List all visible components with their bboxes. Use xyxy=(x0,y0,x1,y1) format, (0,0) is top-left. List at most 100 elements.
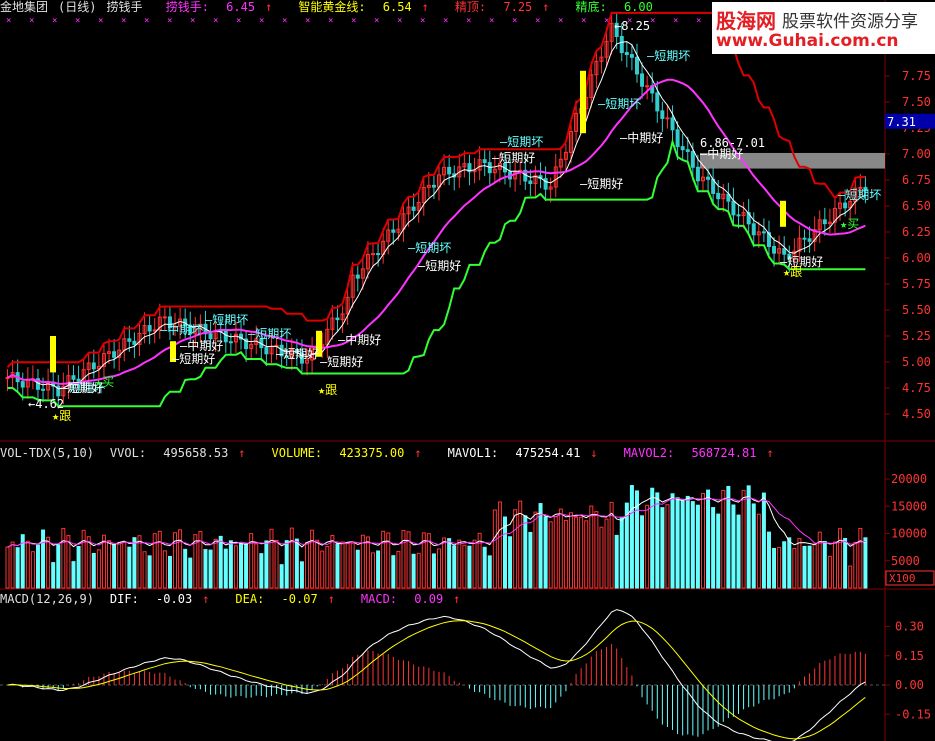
volume-bar xyxy=(655,492,660,589)
volume-bar xyxy=(376,550,381,589)
volume-bar xyxy=(640,515,645,589)
volume-bar xyxy=(568,512,573,589)
volume-bar xyxy=(91,552,96,589)
y-axis-label: 5000 xyxy=(891,554,920,568)
y-axis-label: 6.00 xyxy=(902,251,931,265)
candle-body xyxy=(731,200,736,216)
y-axis-label: 4.50 xyxy=(902,407,931,421)
price-panel[interactable]: 金地集团 (日线) 捞钱手 捞钱手: 6.45 ↑ 智能黄金线: 6.54 ↑ 精顶: 7.… xyxy=(0,0,935,442)
volume-bar xyxy=(599,526,604,589)
volume-bar xyxy=(462,544,467,589)
volume-bar xyxy=(25,540,30,589)
volume-bar xyxy=(5,546,10,589)
signal-marker-icon: × xyxy=(420,16,425,26)
volume-bar xyxy=(690,501,695,589)
volume-bar xyxy=(761,492,766,589)
dea-line xyxy=(7,620,866,740)
signal-annotation: —短期好 xyxy=(418,259,461,273)
volume-bar xyxy=(731,504,736,589)
volume-bar xyxy=(117,542,122,589)
y-axis-label: 5.75 xyxy=(902,277,931,291)
candle-body xyxy=(761,231,766,234)
candle-body xyxy=(431,184,436,188)
indicator-label: VOLUME: xyxy=(271,446,323,460)
volume-bar xyxy=(680,498,685,589)
volume-bar xyxy=(371,552,376,589)
signal-marker-icon: × xyxy=(535,16,540,26)
candle-body xyxy=(447,166,452,175)
volume-bar xyxy=(107,540,112,589)
y-axis-label: 6.75 xyxy=(902,173,931,187)
indicator-label: DEA: xyxy=(235,592,265,606)
candle-body xyxy=(147,325,152,332)
candle-body xyxy=(655,92,660,112)
volume-bar xyxy=(228,540,233,589)
volume-bar xyxy=(660,507,665,589)
signal-marker-icon: × xyxy=(75,16,80,26)
volume-bar xyxy=(523,515,528,589)
volume-bar xyxy=(264,540,269,589)
signal-bar xyxy=(580,70,586,134)
volume-bar xyxy=(365,536,370,589)
volume-bar xyxy=(832,541,837,589)
indicator-item: DIF: -0.03 ↑ xyxy=(110,592,220,606)
volume-bar xyxy=(858,527,863,589)
candle-body xyxy=(371,253,376,256)
signal-marker-icon: × xyxy=(305,16,310,26)
stock-chart-window: 金地集团 (日线) 捞钱手 捞钱手: 6.45 ↑ 智能黄金线: 6.54 ↑ 精顶: 7.… xyxy=(0,0,935,741)
candle-body xyxy=(807,238,812,242)
candle-body xyxy=(716,192,721,200)
volume-title: VOL-TDX(5,10) xyxy=(0,446,94,460)
trend-arrow-icon: ↑ xyxy=(202,592,210,606)
volume-bar xyxy=(345,542,350,589)
volume-bar xyxy=(41,529,46,589)
indicator-item: MAVOL1: 475254.41 ↓ xyxy=(448,446,608,460)
volume-bar xyxy=(254,543,259,589)
volume-bar xyxy=(863,537,868,589)
volume-panel[interactable]: 20000 15000 10000 5000 X100 VOL-TDX(5,10) VVO… xyxy=(0,442,935,590)
macd-chart: 0.30 0.15 0.00 -0.15 xyxy=(0,590,931,741)
volume-bar xyxy=(472,539,477,589)
volume-bar xyxy=(284,540,289,589)
signal-marker-icon: × xyxy=(190,16,195,26)
volume-bar xyxy=(96,549,101,589)
signal-annotation: ★买 xyxy=(840,217,859,231)
candle-body xyxy=(802,237,807,240)
indicator-label: VVOL: xyxy=(109,446,147,460)
candle-body xyxy=(685,149,690,152)
price-chart: ××××××××××××××××××××××××××××××××××××××7.… xyxy=(0,0,935,442)
candle-body xyxy=(71,375,76,380)
macd-title: MACD(12,26,9) xyxy=(0,592,94,606)
volume-bar xyxy=(843,537,848,589)
volume-bar xyxy=(802,545,807,589)
y-axis-label: 20000 xyxy=(891,472,927,486)
indicator-label: MACD: xyxy=(360,592,398,606)
y-axis-label: 5.25 xyxy=(902,329,931,343)
volume-bar xyxy=(604,518,609,589)
volume-bar xyxy=(513,509,518,589)
volume-bar xyxy=(822,541,827,589)
candle-body xyxy=(528,180,533,185)
macd-panel[interactable]: 0.30 0.15 0.00 -0.15 MACD(12,26,9) DIF: -0.0… xyxy=(0,590,935,741)
volume-bar xyxy=(650,487,655,589)
candle-body xyxy=(619,36,624,54)
volume-bar xyxy=(756,513,761,589)
volume-bar xyxy=(381,530,386,589)
signal-annotation: —短期坏 xyxy=(248,327,291,341)
volume-bar xyxy=(86,536,91,589)
y-axis-label: 6.25 xyxy=(902,225,931,239)
candle-body xyxy=(335,317,340,321)
y-axis-label: -0.15 xyxy=(895,707,931,721)
signal-annotation: —短期好 xyxy=(276,347,319,361)
volume-bar xyxy=(553,516,558,589)
candle-body xyxy=(223,330,228,343)
volume-bar xyxy=(355,549,360,589)
volume-bar xyxy=(396,550,401,589)
ma-long-line xyxy=(7,78,866,385)
signal-marker-icon: × xyxy=(328,16,333,26)
y-axis-label: 6.50 xyxy=(902,199,931,213)
volume-bar xyxy=(751,503,756,589)
signal-marker-icon: × xyxy=(282,16,287,26)
volume-bar xyxy=(528,531,533,589)
volume-bar xyxy=(721,489,726,589)
